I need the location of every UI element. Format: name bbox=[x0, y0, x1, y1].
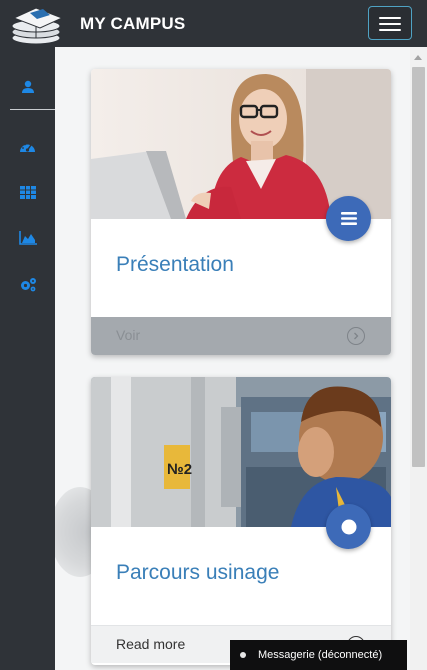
vertical-scrollbar[interactable] bbox=[410, 47, 427, 670]
card-footer[interactable]: Voir bbox=[91, 317, 391, 355]
card-action-button[interactable] bbox=[326, 504, 371, 549]
card-title[interactable]: Présentation bbox=[116, 253, 234, 277]
scroll-thumb[interactable] bbox=[412, 67, 425, 467]
table-icon bbox=[19, 185, 36, 199]
sidebar-item-settings[interactable] bbox=[0, 272, 55, 296]
area-chart-icon bbox=[18, 231, 37, 245]
campus-logo-icon[interactable] bbox=[10, 4, 66, 46]
cogs-icon bbox=[20, 277, 36, 291]
sidebar-item-dashboard[interactable] bbox=[0, 135, 55, 159]
sidebar-item-tables[interactable] bbox=[0, 180, 55, 204]
scroll-up-arrow-icon[interactable] bbox=[414, 55, 422, 60]
hamburger-line bbox=[379, 17, 401, 19]
sidebar bbox=[0, 47, 55, 670]
messaging-status-label: Messagerie (déconnecté) bbox=[258, 649, 383, 661]
messaging-bar[interactable]: Messagerie (déconnecté) bbox=[230, 640, 407, 670]
course-card-presentation[interactable]: Présentation Voir bbox=[91, 69, 391, 355]
sidebar-divider bbox=[10, 109, 55, 110]
sidebar-item-charts[interactable] bbox=[0, 226, 55, 250]
chevron-right-icon bbox=[347, 327, 365, 345]
sidebar-item-profile[interactable] bbox=[0, 75, 55, 99]
card-menu-button[interactable] bbox=[326, 196, 371, 241]
dashboard-icon bbox=[20, 143, 35, 152]
user-icon bbox=[21, 80, 34, 93]
menu-icon bbox=[340, 212, 357, 225]
hamburger-line bbox=[379, 23, 401, 25]
view-link[interactable]: Voir bbox=[116, 327, 140, 343]
top-navbar: MY CAMPUS bbox=[0, 0, 427, 47]
card-title[interactable]: Parcours usinage bbox=[116, 561, 279, 585]
hamburger-line bbox=[379, 29, 401, 31]
svg-text:№2: №2 bbox=[167, 461, 192, 478]
status-dot-icon bbox=[240, 652, 246, 658]
menu-toggle-button[interactable] bbox=[368, 6, 412, 40]
brand-title[interactable]: MY CAMPUS bbox=[80, 14, 185, 34]
circle-icon bbox=[341, 519, 356, 534]
course-card-parcours-usinage[interactable]: №2 Parcours usinage Read more bbox=[91, 377, 391, 665]
read-more-link[interactable]: Read more bbox=[116, 636, 185, 652]
